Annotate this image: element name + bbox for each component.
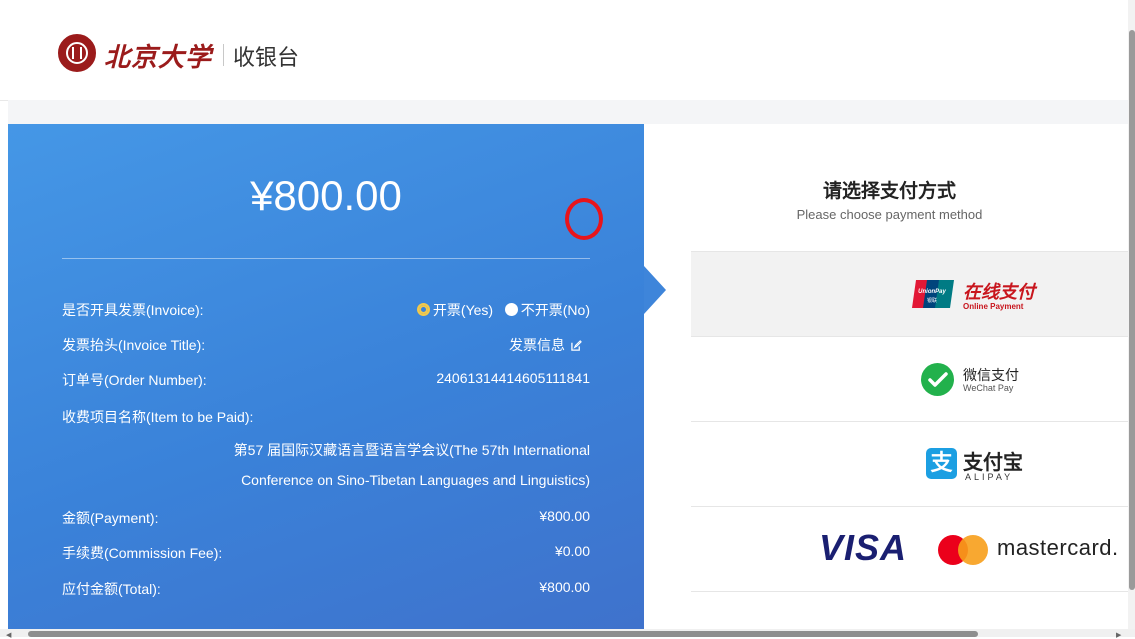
- vertical-scrollbar-thumb[interactable]: [1129, 30, 1135, 590]
- panel-pointer-arrow: [644, 266, 666, 314]
- horizontal-scrollbar-thumb[interactable]: [28, 631, 978, 637]
- invoice-title-row: 发票抬头(Invoice Title): 发票信息: [62, 335, 590, 357]
- payment-methods-subtitle: Please choose payment method: [796, 207, 983, 222]
- fee-value: ¥0.00: [554, 543, 590, 559]
- page-header: 北京大学 收银台: [0, 0, 1135, 101]
- annotation-circle: [565, 198, 603, 240]
- unionpay-sublabel[interactable]: Online Payment: [963, 302, 1023, 311]
- scroll-left-arrow-icon[interactable]: ◀: [6, 631, 11, 639]
- item-name-line-1: 第57 届国际汉藏语言暨语言学会议(The 57th International: [233, 442, 590, 458]
- pay-option-wechat[interactable]: 微信支付 WeChat Pay: [691, 336, 1135, 421]
- alipay-sublabel[interactable]: ALIPAY: [965, 472, 1013, 482]
- unionpay-logo-icon: UnionPay 银联: [912, 280, 954, 308]
- edit-icon[interactable]: [571, 340, 582, 351]
- payment-value: ¥800.00: [539, 508, 590, 524]
- total-row: 应付金额(Total): ¥800.00: [62, 579, 590, 601]
- invoice-yes-option[interactable]: 开票(Yes): [416, 302, 497, 318]
- order-number-label: 订单号(Order Number):: [62, 372, 207, 388]
- alipay-label[interactable]: 支付宝: [963, 446, 1023, 475]
- payment-row: 金额(Payment): ¥800.00: [62, 508, 590, 530]
- radio-selected-icon[interactable]: [416, 303, 430, 316]
- visa-logo[interactable]: VISA: [819, 527, 907, 569]
- order-number-value: 24061314414605111841: [436, 370, 590, 386]
- pay-option-unionpay[interactable]: UnionPay 银联 在线支付 Online Payment: [691, 251, 1135, 336]
- invoice-row: 是否开具发票(Invoice): 开票(Yes) 不开票(No): [62, 300, 590, 322]
- amount-display: ¥800.00: [250, 172, 402, 219]
- wechat-pay-label[interactable]: 微信支付: [963, 365, 1019, 385]
- header-gap: [8, 100, 1133, 124]
- svg-text:UnionPay: UnionPay: [918, 289, 946, 295]
- invoice-info-link[interactable]: 发票信息: [509, 335, 582, 355]
- alipay-icon: 支: [926, 448, 957, 479]
- svg-text:银联: 银联: [927, 297, 937, 304]
- payment-methods-title: 请选择支付方式: [822, 180, 956, 202]
- unionpay-label[interactable]: 在线支付: [963, 278, 1035, 304]
- pay-option-next: [691, 591, 1135, 630]
- invoice-info-text[interactable]: 发票信息: [509, 337, 565, 353]
- mastercard-icon-overlap: [958, 535, 988, 565]
- page-title: 收银台: [233, 46, 300, 71]
- order-number-row: 订单号(Order Number): 24061314414605111841: [62, 370, 590, 392]
- total-value: ¥800.00: [539, 579, 590, 595]
- header-divider: [223, 44, 224, 66]
- invoice-options: 开票(Yes) 不开票(No): [416, 300, 590, 320]
- summary-divider: [62, 258, 590, 259]
- wechat-pay-sublabel[interactable]: WeChat Pay: [963, 383, 1013, 393]
- invoice-title-label: 发票抬头(Invoice Title):: [62, 337, 206, 353]
- invoice-yes-label[interactable]: 开票(Yes): [433, 302, 493, 318]
- fee-label: 手续费(Commission Fee):: [62, 545, 223, 561]
- radio-unselected-icon[interactable]: [504, 303, 518, 316]
- item-line-1-row: 第57 届国际汉藏语言暨语言学会议(The 57th International: [62, 440, 590, 462]
- fee-row: 手续费(Commission Fee): ¥0.00: [62, 543, 590, 565]
- item-line-2-row: Conference on Sino-Tibetan Languages and…: [62, 472, 590, 494]
- item-label: 收费项目名称(Item to be Paid):: [62, 409, 254, 425]
- wechat-pay-icon: [921, 363, 954, 396]
- invoice-label: 是否开具发票(Invoice):: [62, 302, 204, 318]
- item-name-line-2: Conference on Sino-Tibetan Languages and…: [241, 472, 590, 488]
- university-name: 北京大学: [104, 43, 213, 73]
- mastercard-label[interactable]: mastercard.: [997, 535, 1119, 561]
- pay-option-alipay[interactable]: 支 支付宝 ALIPAY: [691, 421, 1135, 506]
- payment-label: 金额(Payment):: [62, 510, 159, 526]
- total-label: 应付金额(Total):: [62, 581, 161, 597]
- pay-option-card[interactable]: VISA mastercard.: [691, 506, 1135, 591]
- invoice-no-label[interactable]: 不开票(No): [521, 302, 590, 318]
- item-row: 收费项目名称(Item to be Paid):: [62, 407, 590, 429]
- order-summary-panel: ¥800.00 是否开具发票(Invoice): 开票(Yes) 不开票(No)…: [8, 124, 644, 629]
- university-logo-icon: [58, 34, 96, 72]
- scroll-right-arrow-icon[interactable]: ▶: [1116, 631, 1121, 639]
- invoice-no-option[interactable]: 不开票(No): [504, 302, 590, 318]
